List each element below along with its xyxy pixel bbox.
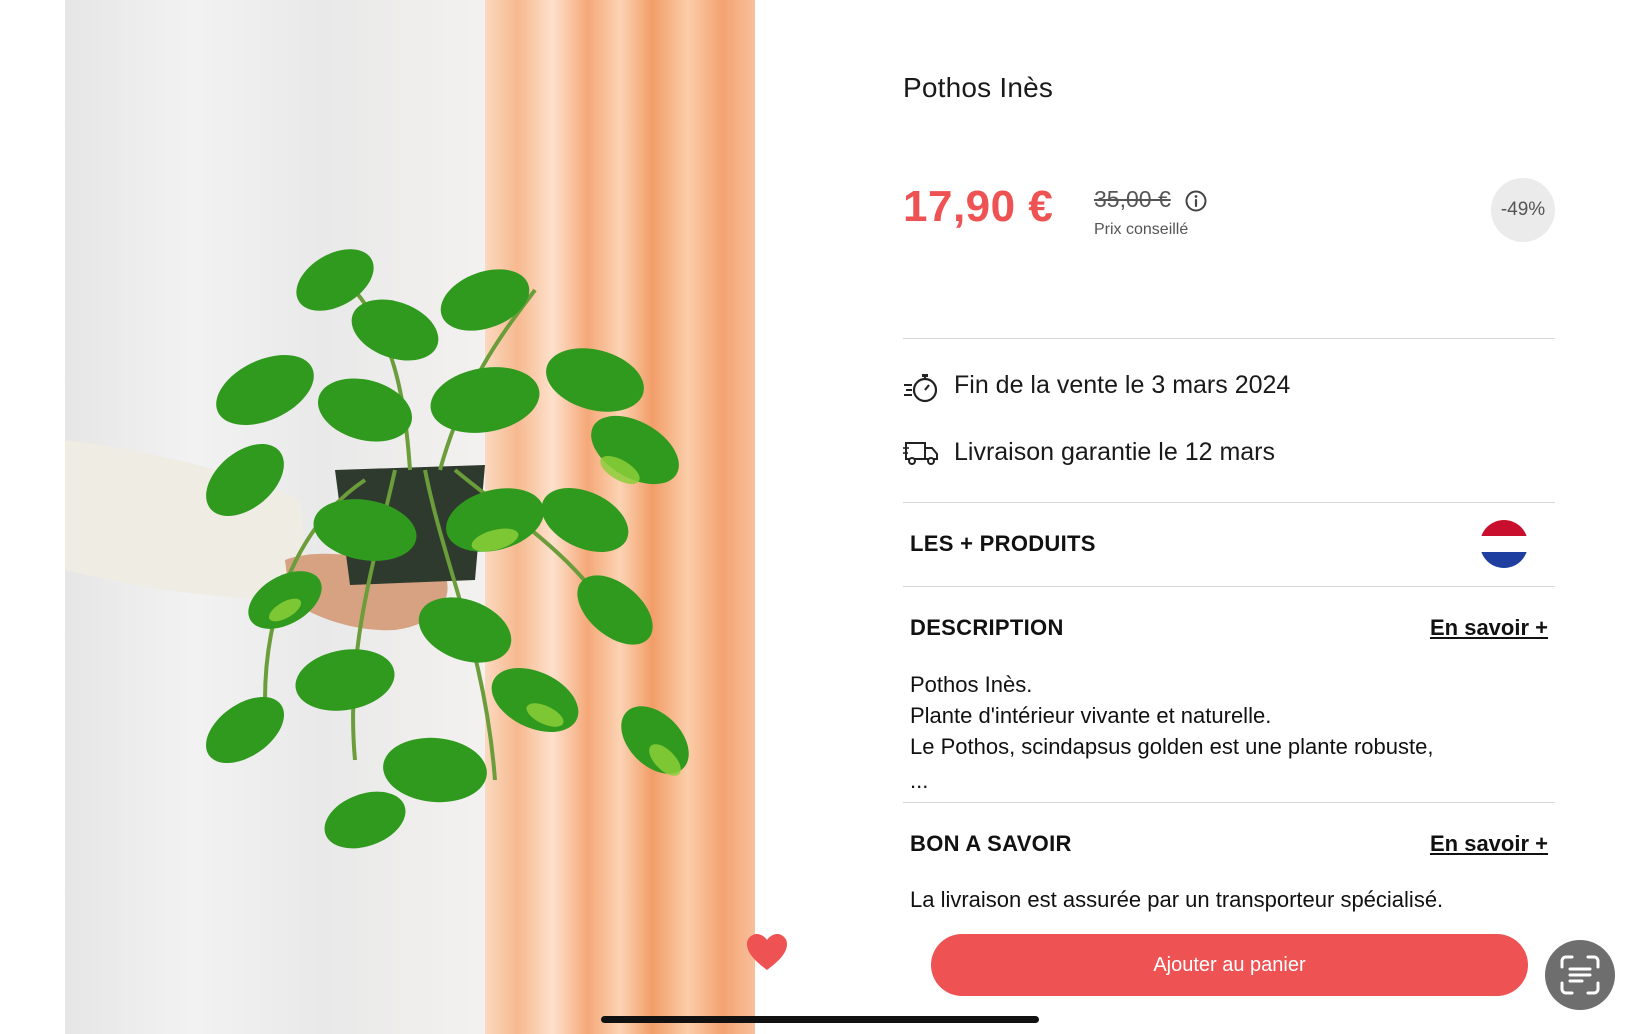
info-icon[interactable]	[1185, 190, 1207, 212]
sale-end-text: Fin de la vente le 3 mars 2024	[954, 371, 1291, 399]
add-to-cart-button[interactable]: Ajouter au panier	[931, 934, 1528, 996]
product-image	[65, 0, 755, 1034]
description-line: Le Pothos, scindapsus golden est une pla…	[910, 734, 1434, 759]
discount-badge: -49%	[1491, 178, 1555, 242]
stopwatch-icon	[903, 372, 939, 404]
delivery-text: Livraison garantie le 12 mars	[954, 438, 1275, 466]
description-line: Pothos Inès.	[910, 672, 1033, 697]
heart-icon[interactable]	[745, 932, 789, 972]
good-to-know-heading: BON A SAVOIR	[910, 831, 1072, 856]
products-plus-heading: LES + PRODUITS	[910, 531, 1096, 556]
divider	[903, 802, 1555, 803]
current-price: 17,90 €	[903, 182, 1054, 231]
description-heading: DESCRIPTION	[910, 615, 1064, 640]
description-ellipsis: ...	[910, 768, 929, 793]
description-line: Plante d'intérieur vivante et naturelle.	[910, 703, 1272, 728]
scan-text-icon[interactable]	[1545, 940, 1615, 1010]
netherlands-flag-icon	[1480, 520, 1528, 568]
description-learn-more-link[interactable]: En savoir +	[1430, 615, 1548, 641]
good-to-know-learn-more-link[interactable]: En savoir +	[1430, 831, 1548, 857]
divider	[903, 586, 1555, 587]
product-title: Pothos Inès	[903, 72, 1054, 103]
home-indicator[interactable]	[601, 1016, 1039, 1023]
price-note: Prix conseillé	[1094, 221, 1189, 238]
good-to-know-text: La livraison est assurée par un transpor…	[910, 887, 1444, 912]
pothos-plant-illustration	[65, 0, 755, 1034]
divider	[903, 502, 1555, 503]
divider	[903, 338, 1555, 339]
original-price: 35,00 €	[1094, 186, 1171, 212]
delivery-truck-icon	[903, 437, 939, 469]
